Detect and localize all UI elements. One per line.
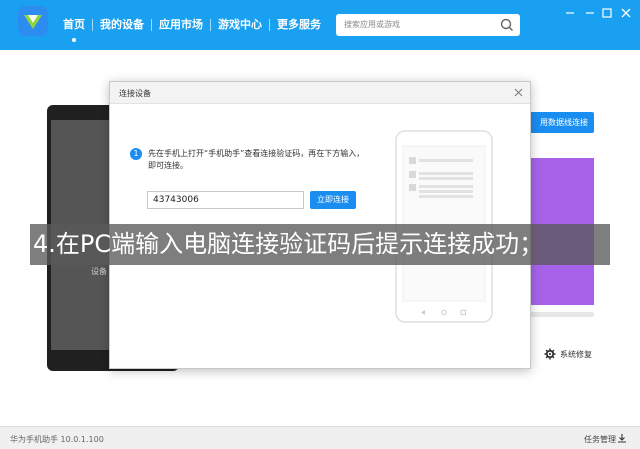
restore-icon[interactable] [583,6,597,20]
dialog-title: 连接设备 [119,89,151,98]
tutorial-caption: 4.在PC端输入电脑连接验证码后提示连接成功； [33,230,544,258]
top-bar: 首页 我的设备 应用市场 游戏中心 更多服务 搜索应用或游戏 [0,0,640,50]
phone-caption: 设备 [91,267,107,276]
status-bar: 华为手机助手 10.0.1.100 任务管理 [0,426,640,449]
main-nav: 首页 我的设备 应用市场 游戏中心 更多服务 [56,17,328,42]
nav-more-services[interactable]: 更多服务 [270,17,328,33]
instruction-text: 先在手机上打开“手机助手”查看连接验证码，再在下方输入，即可连接。 [148,149,365,170]
nav-game-center[interactable]: 游戏中心 [211,17,269,33]
search-input[interactable]: 搜索应用或游戏 [336,14,520,36]
huawei-assistant-logo-icon [18,6,48,36]
task-manager-link[interactable]: 任务管理 [584,434,616,445]
nav-app-market[interactable]: 应用市场 [152,17,210,33]
gear-icon [544,348,556,360]
nav-my-devices[interactable]: 我的设备 [93,17,151,33]
dialog-header: 连接设备 [110,82,530,104]
tutorial-caption-bar: 4.在PC端输入电脑连接验证码后提示连接成功； [30,224,610,265]
window-close-icon[interactable] [619,6,633,20]
search-placeholder: 搜索应用或游戏 [344,20,400,29]
system-repair-link[interactable]: 系统修复 [544,348,592,360]
close-icon[interactable] [513,87,524,98]
nav-home[interactable]: 首页 [56,17,92,42]
search-icon[interactable] [499,17,515,33]
verification-code-input[interactable]: 43743006 [147,191,304,209]
connect-now-button[interactable]: 立即连接 [310,191,356,209]
system-repair-label: 系统修复 [560,349,592,359]
maximize-icon[interactable] [600,6,614,20]
version-label: 华为手机助手 10.0.1.100 [10,435,104,444]
step-number-badge: 1 [130,148,142,160]
minimize-icon[interactable] [563,6,577,20]
banner-progress-bar [527,312,594,317]
download-icon[interactable] [617,433,627,443]
active-indicator [72,38,76,42]
